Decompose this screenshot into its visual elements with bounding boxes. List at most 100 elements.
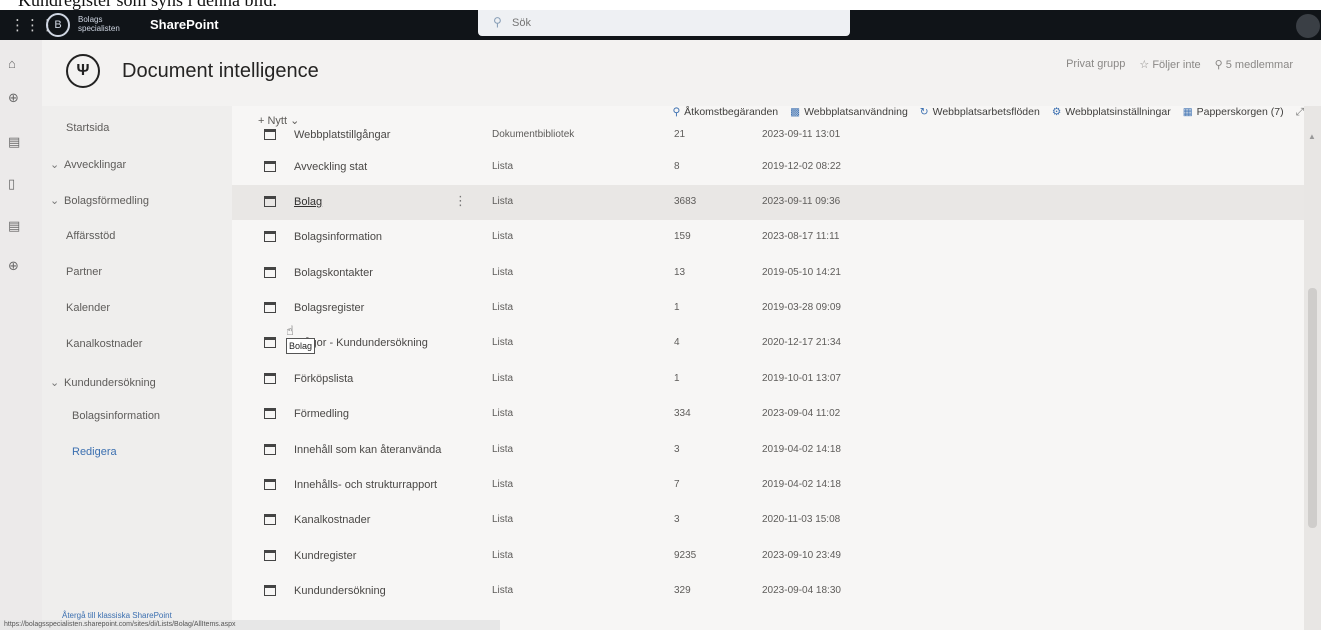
row-count: 1 [674,373,680,384]
nav-item-bolagsformedling[interactable]: ⌄ Bolagsförmedling [50,194,149,207]
row-type: Lista [492,373,514,384]
globe-icon[interactable]: ⊕ [8,90,19,106]
row-modified: 2023-09-11 09:36 [762,196,841,207]
list-icon [264,161,276,172]
table-row[interactable]: Kanalkostnader Lista 3 2020-11-03 15:08 [232,503,1304,538]
members-button[interactable]: ⚲ 5 medlemmar [1215,58,1293,71]
row-name[interactable]: Innehåll som kan återanvända [294,444,441,456]
row-name[interactable]: Bolag [294,196,322,208]
row-type: Lista [492,302,514,313]
list-icon [264,479,276,490]
nav-item-kalender[interactable]: Kalender [66,302,110,314]
table-row[interactable]: Kundregister Lista 9235 2023-09-10 23:49 [232,539,1304,574]
create-icon[interactable]: ⊕ [8,258,19,274]
row-name[interactable]: Bolagsregister [294,302,364,314]
table-row[interactable]: Bolagsinformation Lista 159 2023-08-17 11:1… [232,220,1304,255]
nav-item-startsida[interactable]: Startsida [66,122,109,134]
row-count: 3683 [674,196,697,207]
row-modified: 2023-09-11 13:01 [762,129,841,140]
table-row[interactable]: Avveckling stat Lista 8 2019-12-02 08:22 [232,150,1304,185]
table-row[interactable]: Bolag ⋮ Lista 3683 2023-09-11 09:36 [232,185,1304,220]
table-row[interactable]: Bolagsregister Lista 1 2019-03-28 09:09 [232,291,1304,326]
row-modified: 2019-04-02 14:18 [762,444,841,455]
row-name[interactable]: Avveckling stat [294,161,367,173]
row-count: 4 [674,337,680,348]
row-name[interactable]: Innehålls- och strukturrapport [294,479,437,491]
row-count: 21 [674,129,686,140]
list-icon [264,129,276,140]
home-icon[interactable]: ⌂ [8,56,16,71]
row-name[interactable]: Förköpslista [294,373,353,385]
row-name[interactable]: Förmedling [294,408,349,420]
nav-item-kanalkostnader[interactable]: Kanalkostnader [66,338,142,350]
row-type: Lista [492,514,514,525]
nav-item-bolagsinformation[interactable]: Bolagsinformation [72,410,160,422]
nav-item-avvecklingar[interactable]: ⌄ Avvecklingar [50,158,126,171]
table-row[interactable]: Förköpslista Lista 1 2019-10-01 13:07 [232,362,1304,397]
refresh-icon: ↻ [919,106,929,118]
table-row[interactable]: Frågor - Kundundersökning Lista 4 2020-12-1… [232,326,1304,361]
page-title[interactable]: Document intelligence [122,60,319,83]
list-icon [264,231,276,242]
table-row[interactable]: Förmedling Lista 334 2023-09-04 11:02 [232,397,1304,432]
search-box[interactable]: ⚲ [478,10,850,36]
table-row[interactable]: Innehåll som kan återanvända Lista 3 2019-0… [232,433,1304,468]
row-name[interactable]: Kundregister [294,550,356,562]
row-type: Lista [492,585,514,596]
chevron-down-icon[interactable]: ⌄ [50,158,64,171]
row-count: 3 [674,444,680,455]
row-type: Lista [492,231,514,242]
row-name[interactable]: Kundundersökning [294,585,386,597]
nav-item-partner[interactable]: Partner [66,266,102,278]
file-icon[interactable]: ▯ [8,176,15,192]
list-icon [264,408,276,419]
app-name[interactable]: SharePoint [150,17,219,32]
nav-item-affarsstod[interactable]: Affärsstöd [66,230,115,242]
chevron-down-icon[interactable]: ⌄ [50,194,64,207]
row-count: 3 [674,514,680,525]
list-icon [264,514,276,525]
list-icon [264,373,276,384]
row-type: Lista [492,196,514,207]
classic-sharepoint-link[interactable]: Återgå till klassiska SharePoint [62,611,172,620]
scroll-thumb[interactable] [1308,288,1317,528]
row-name[interactable]: Bolagskontakter [294,267,373,279]
more-actions-icon[interactable]: ⋮ [454,193,467,209]
vertical-scrollbar[interactable]: ▲ [1304,106,1321,630]
table-row[interactable]: Bolagskontakter Lista 13 2019-05-10 14:21 [232,256,1304,291]
list-icon [264,550,276,561]
row-count: 7 [674,479,680,490]
person-key-icon: ⚲ [672,106,681,118]
site-logo-icon: Ψ [66,54,100,88]
table-row[interactable]: Webbplatstillgångar Dokumentbibliotek 21 20… [232,118,1304,153]
row-count: 334 [674,408,691,419]
org-name: Bolags specialisten [78,15,120,33]
row-name[interactable]: Bolagsinformation [294,231,382,243]
row-modified: 2023-08-17 11:11 [762,231,840,242]
row-modified: 2019-12-02 08:22 [762,161,841,172]
app-rail: ⌂ ⊕ ▤ ▯ ▤ ⊕ [0,40,42,630]
row-name[interactable]: Kanalkostnader [294,514,370,526]
row-modified: 2019-05-10 14:21 [762,267,841,278]
chart-icon: ▩ [790,106,801,118]
star-icon: ☆ [1139,59,1153,71]
row-modified: 2019-03-28 09:09 [762,302,841,313]
gear-icon: ⚙ [1051,106,1062,118]
caption-text: Kundregister som syns i denna bild. [18,0,277,10]
avatar[interactable] [1296,14,1320,38]
table-row[interactable]: Kundundersökning Lista 329 2023-09-04 18:30 [232,574,1304,609]
row-modified: 2023-09-04 18:30 [762,585,841,596]
chevron-down-icon[interactable]: ⌄ [50,376,64,389]
scroll-up-icon[interactable]: ▲ [1308,132,1316,141]
nav-item-kundundersokning[interactable]: ⌄ Kundundersökning [50,376,156,389]
table-row[interactable]: Innehålls- och strukturrapport Lista 7 2019… [232,468,1304,503]
list-icon [264,302,276,313]
row-type: Lista [492,161,514,172]
list-icon[interactable]: ▤ [8,218,20,234]
search-input[interactable] [510,14,814,32]
nav-item-redigera[interactable]: Redigera [72,446,117,458]
org-logo-icon[interactable]: B [46,13,70,37]
row-name[interactable]: Webbplatstillgångar [294,129,390,141]
follow-button[interactable]: ☆ Följer inte [1139,58,1200,71]
news-icon[interactable]: ▤ [8,134,20,150]
